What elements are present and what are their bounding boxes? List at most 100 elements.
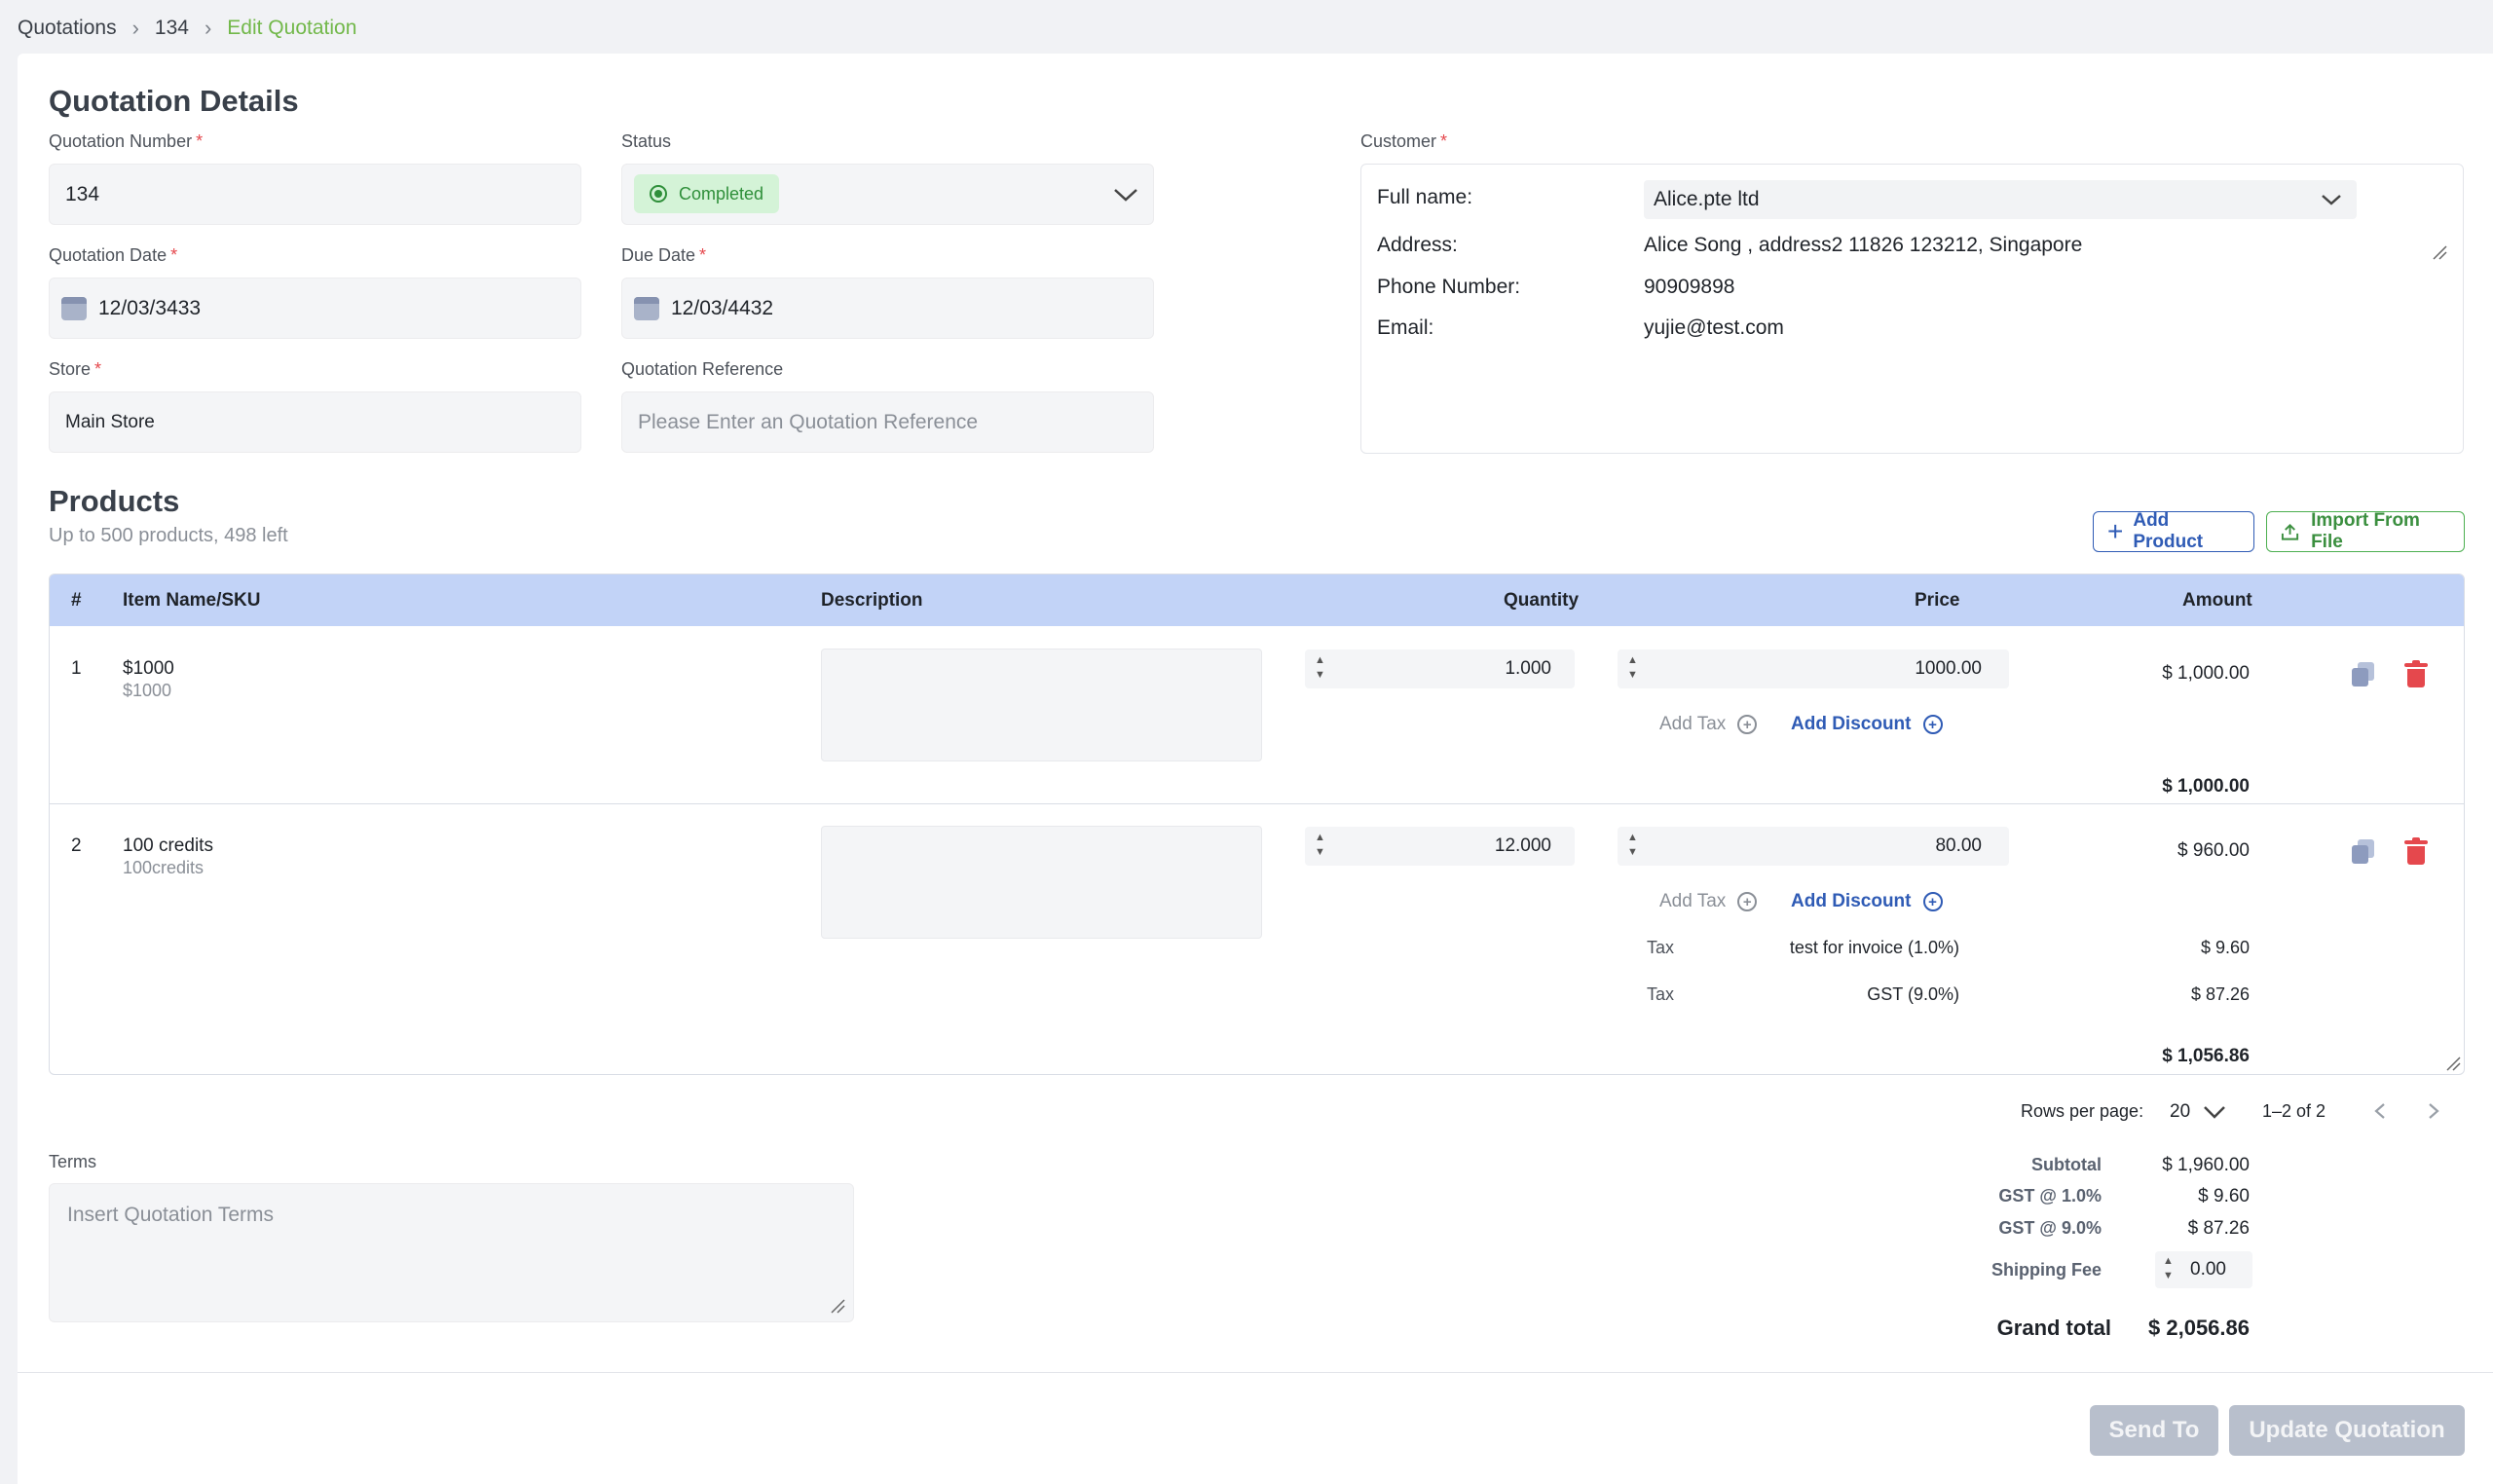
send-to-button[interactable]: Send To — [2090, 1405, 2218, 1456]
reference-input[interactable]: Please Enter an Quotation Reference — [621, 391, 1154, 453]
breadcrumb-quotation-id[interactable]: 134 — [155, 17, 189, 40]
trash-icon[interactable] — [2404, 837, 2428, 865]
row-divider — [50, 803, 2464, 804]
quotation-number-field[interactable]: 134 — [49, 164, 581, 225]
reference-label: Quotation Reference — [621, 359, 784, 379]
status-dot-icon — [650, 185, 667, 203]
row-2-total: $ 1,056.86 — [2162, 1046, 2250, 1066]
customer-phone-row: Phone Number: 90909898 — [1377, 273, 1734, 302]
customer-label: Customer * — [1360, 131, 1448, 151]
customer-email-row: Email: yujie@test.com — [1377, 314, 1784, 343]
plus-circle-icon: + — [1922, 715, 1943, 734]
status-label: Status — [621, 131, 672, 151]
gst1-label: GST @ 1.0% — [1998, 1186, 2102, 1206]
row-2-num: 2 — [71, 835, 82, 856]
terms-placeholder: Insert Quotation Terms — [67, 1204, 275, 1226]
trash-icon[interactable] — [2404, 660, 2428, 687]
row-1-add-tax-button[interactable]: Add Tax + — [1659, 714, 1758, 735]
status-select[interactable]: Completed — [621, 164, 1154, 225]
row-2-amount: $ 960.00 — [2177, 840, 2250, 861]
row-2-tax-2-name: GST (9.0%) — [1867, 984, 1959, 1004]
row-2-tax-2-amount: $ 87.26 — [2190, 984, 2250, 1004]
customer-select[interactable]: Alice.pte ltd — [1644, 180, 2357, 219]
breadcrumb-quotations[interactable]: Quotations — [18, 17, 117, 40]
stepper-arrows-icon[interactable]: ▲ ▼ — [1315, 831, 1325, 860]
row-1-num: 1 — [71, 658, 82, 679]
stepper-arrows-icon[interactable]: ▲ ▼ — [1627, 831, 1638, 860]
row-2-price-input[interactable]: ▲ ▼ 80.00 — [1618, 827, 2009, 866]
row-2-quantity-input[interactable]: ▲ ▼ 12.000 — [1305, 827, 1575, 866]
store-label: Store * — [49, 359, 102, 379]
customer-phone-value: 90909898 — [1644, 276, 1735, 298]
customer-fullname-row: Full name: — [1377, 178, 1644, 217]
resize-handle-icon[interactable] — [2445, 1056, 2461, 1071]
quotation-date-value: 12/03/3433 — [98, 296, 202, 319]
gst1-value: $ 9.60 — [2198, 1186, 2250, 1206]
quotation-date-field[interactable]: 12/03/3433 — [49, 278, 581, 339]
shipping-fee-input[interactable]: ▲ ▼ 0.00 — [2155, 1251, 2252, 1288]
customer-address-key: Address: — [1377, 234, 1458, 256]
status-badge: Completed — [634, 174, 780, 213]
due-date-field[interactable]: 12/03/4432 — [621, 278, 1154, 339]
plus-icon: + — [2107, 516, 2124, 546]
row-1-sku: $1000 — [123, 681, 172, 700]
customer-address-row: Address: Alice Song , address2 11826 123… — [1377, 231, 2082, 260]
status-value: Completed — [679, 183, 764, 204]
store-field[interactable]: Main Store — [49, 391, 581, 453]
col-header-description: Description — [821, 589, 923, 611]
rows-per-page-value: 20 — [2170, 1101, 2191, 1122]
stepper-arrows-icon[interactable]: ▲ ▼ — [1315, 653, 1325, 683]
stepper-arrows-icon[interactable]: ▲ ▼ — [2163, 1254, 2174, 1283]
col-header-price: Price — [1915, 589, 1960, 611]
col-header-num: # — [71, 589, 82, 611]
row-2-description-input[interactable] — [821, 826, 1262, 939]
grand-total-value: $ 2,056.86 — [2148, 1316, 2250, 1340]
row-1-quantity-value: 1.000 — [1505, 658, 1551, 679]
row-2-quantity-value: 12.000 — [1494, 835, 1551, 856]
plus-circle-icon: + — [1922, 892, 1943, 911]
stepper-arrows-icon[interactable]: ▲ ▼ — [1627, 653, 1638, 683]
customer-fullname-value: Alice.pte ltd — [1654, 188, 1760, 210]
products-table: # Item Name/SKU Description Quantity Pri… — [49, 574, 2465, 1075]
chevron-right-icon[interactable] — [2427, 1101, 2440, 1121]
breadcrumb: Quotations › 134 › Edit Quotation — [18, 14, 356, 43]
col-header-amount: Amount — [2182, 589, 2252, 611]
duplicate-icon[interactable] — [2352, 662, 2375, 687]
row-2-add-tax-button[interactable]: Add Tax + — [1659, 891, 1758, 912]
row-1-add-discount-button[interactable]: Add Discount + — [1791, 714, 1943, 735]
plus-circle-icon: + — [1737, 892, 1758, 911]
gst9-label: GST @ 9.0% — [1998, 1218, 2102, 1238]
row-1-total: $ 1,000.00 — [2162, 776, 2250, 797]
chevron-down-icon — [1114, 189, 1137, 202]
row-1-quantity-input[interactable]: ▲ ▼ 1.000 — [1305, 649, 1575, 688]
quotation-number-label: Quotation Number * — [49, 131, 204, 151]
row-1-name: $1000 — [123, 658, 174, 679]
row-1-price-input[interactable]: ▲ ▼ 1000.00 — [1618, 649, 2009, 688]
chevron-left-icon[interactable] — [2373, 1101, 2387, 1121]
rows-per-page-select[interactable]: 20 — [2156, 1087, 2242, 1137]
import-file-button[interactable]: Import From File — [2266, 510, 2465, 552]
duplicate-icon[interactable] — [2352, 839, 2375, 865]
reference-placeholder: Please Enter an Quotation Reference — [638, 410, 979, 433]
row-2-tax-1-name: test for invoice (1.0%) — [1789, 938, 1959, 957]
customer-phone-key: Phone Number: — [1377, 276, 1521, 298]
row-1-description-input[interactable] — [821, 649, 1262, 761]
row-1-amount: $ 1,000.00 — [2162, 663, 2250, 684]
terms-textarea[interactable]: Insert Quotation Terms — [49, 1183, 854, 1322]
add-product-button[interactable]: + Add Product — [2093, 510, 2254, 552]
products-subtitle: Up to 500 products, 498 left — [49, 525, 288, 546]
terms-label: Terms — [49, 1152, 96, 1171]
row-2-price-value: 80.00 — [1935, 835, 1982, 856]
col-header-item: Item Name/SKU — [123, 589, 261, 611]
row-2-add-discount-button[interactable]: Add Discount + — [1791, 891, 1943, 912]
shipping-fee-value: 0.00 — [2190, 1259, 2226, 1280]
row-2-tax-1-label: Tax — [1647, 938, 1675, 957]
resize-handle-icon[interactable] — [830, 1298, 845, 1314]
due-date-label: Due Date * — [621, 245, 707, 265]
update-quotation-button[interactable]: Update Quotation — [2229, 1405, 2465, 1456]
resize-handle-icon[interactable] — [2432, 244, 2447, 260]
customer-email-value: yujie@test.com — [1644, 316, 1784, 339]
grand-total-label: Grand total — [1996, 1316, 2111, 1340]
customer-address-value: Alice Song , address2 11826 123212, Sing… — [1644, 234, 2083, 256]
gst9-value: $ 87.26 — [2187, 1218, 2250, 1239]
